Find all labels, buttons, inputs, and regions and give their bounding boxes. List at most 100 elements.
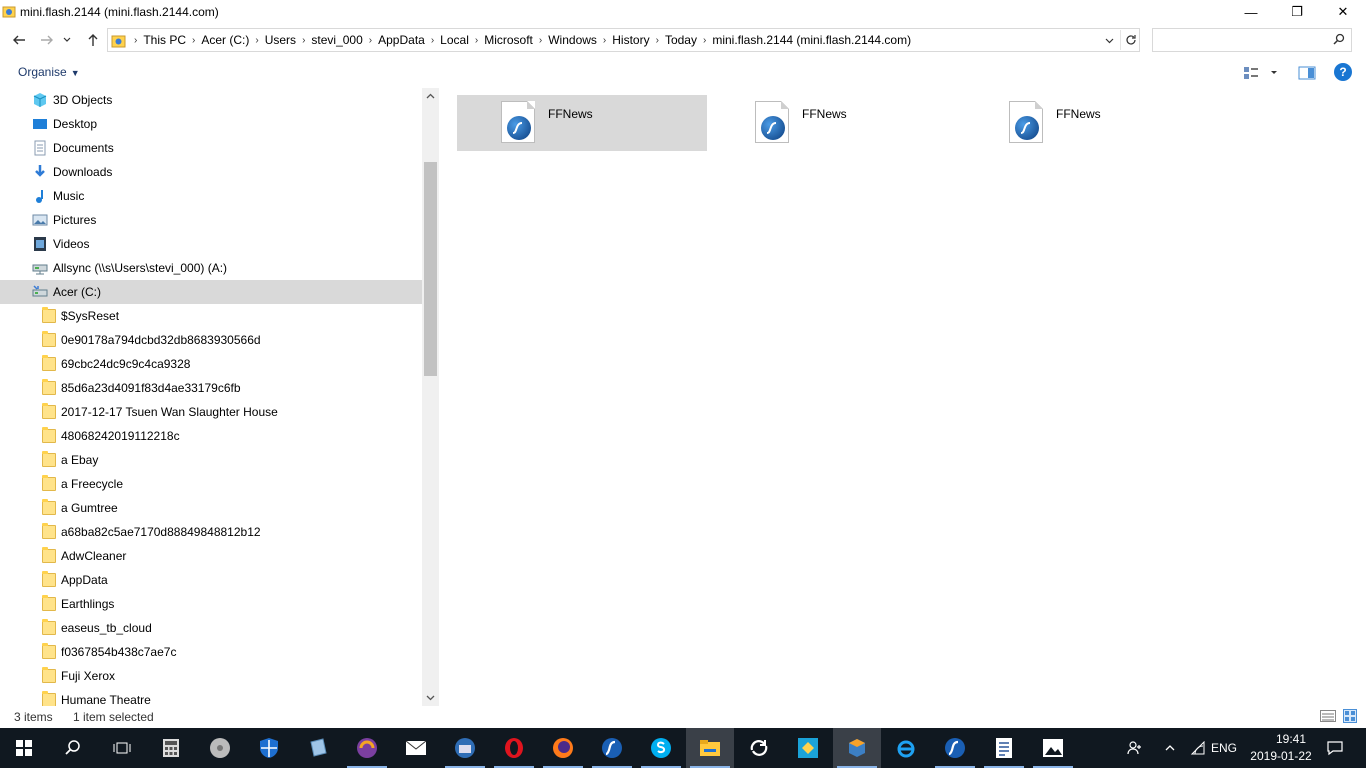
breadcrumb-separator-icon[interactable]: › [300,35,307,46]
breadcrumb-item[interactable]: stevi_000 [307,33,366,47]
nav-item[interactable]: Music [0,184,422,208]
nav-item[interactable]: Downloads [0,160,422,184]
taskbar-start-button[interactable] [0,728,48,768]
nav-folder-item[interactable]: easeus_tb_cloud [0,616,422,640]
nav-item[interactable]: Videos [0,232,422,256]
nav-item[interactable]: Documents [0,136,422,160]
large-icons-view-button[interactable] [1343,709,1357,723]
breadcrumb-item[interactable]: mini.flash.2144 (mini.flash.2144.com) [708,33,915,47]
nav-item[interactable]: Pictures [0,208,422,232]
file-item[interactable]: FFNews [711,95,961,151]
breadcrumb-item[interactable]: Today [661,33,701,47]
nav-folder-item[interactable]: a Freecycle [0,472,422,496]
help-button[interactable]: ? [1334,63,1352,81]
nav-folder-item[interactable]: AdwCleaner [0,544,422,568]
taskbar-firefox-button[interactable] [539,728,587,768]
breadcrumb-item[interactable]: History [608,33,653,47]
breadcrumb-item[interactable]: Microsoft [480,33,537,47]
breadcrumb-item[interactable]: Users [261,33,300,47]
address-dropdown-button[interactable] [1101,32,1117,48]
breadcrumb-separator-icon[interactable]: › [190,35,197,46]
taskbar-security-shield-button[interactable] [245,728,293,768]
address-bar[interactable]: › This PC › Acer (C:) › Users › stevi_000 › AppDa… [107,28,1140,52]
taskbar-file-explorer-button[interactable] [686,728,734,768]
breadcrumb-item[interactable]: Local [436,33,473,47]
breadcrumb-separator-icon[interactable]: › [654,35,661,46]
up-button[interactable] [82,30,104,50]
nav-folder-item[interactable]: Fuji Xerox [0,664,422,688]
breadcrumb-separator-icon[interactable]: › [537,35,544,46]
breadcrumb-item[interactable]: AppData [374,33,429,47]
nav-folder-item[interactable]: 0e90178a794dcbd32db8683930566d [0,328,422,352]
nav-folder-item[interactable]: Humane Theatre [0,688,422,706]
search-input[interactable] [1152,28,1352,52]
nav-folder-item[interactable]: f0367854b438c7ae7c [0,640,422,664]
nav-item[interactable]: Acer (C:) [0,280,422,304]
people-button[interactable] [1120,728,1150,768]
nav-folder-item[interactable]: 48068242019112218c [0,424,422,448]
details-view-button[interactable] [1320,710,1336,722]
nav-item[interactable]: Allsync (\\s\Users\stevi_000) (A:) [0,256,422,280]
breadcrumb-separator-icon[interactable]: › [253,35,260,46]
clock-time[interactable]: 19:41 [1264,732,1318,746]
nav-folder-item[interactable]: 2017-12-17 Tsuen Wan Slaughter House [0,400,422,424]
taskbar-virtualbox-button[interactable] [833,728,881,768]
nav-item[interactable]: 3D Objects [0,88,422,112]
file-item[interactable]: FFNews [965,95,1215,151]
breadcrumb-item[interactable]: Acer (C:) [197,33,253,47]
minimize-button[interactable]: — [1228,0,1274,24]
taskbar-media-player-button[interactable] [196,728,244,768]
nav-folder-item[interactable]: 69cbc24dc9c9c4ca9328 [0,352,422,376]
breadcrumb-separator-icon[interactable]: › [473,35,480,46]
scroll-thumb[interactable] [424,162,437,376]
nav-folder-item[interactable]: Earthlings [0,592,422,616]
taskbar-wordpad-button[interactable] [980,728,1028,768]
nav-folder-item[interactable]: AppData [0,568,422,592]
navigation-scrollbar[interactable] [422,88,439,706]
network-button[interactable] [1186,728,1210,768]
recent-locations-button[interactable] [60,30,74,50]
change-view-button[interactable] [1242,65,1282,81]
taskbar-opera-button[interactable] [490,728,538,768]
refresh-button[interactable] [1120,30,1140,50]
organise-button[interactable]: Organise ▼ [18,65,80,79]
nav-item[interactable]: Desktop [0,112,422,136]
language-indicator[interactable]: ENG [1210,728,1238,768]
forward-button[interactable] [36,30,58,50]
breadcrumb-item[interactable]: Windows [544,33,601,47]
taskbar-notepad-button[interactable] [294,728,342,768]
breadcrumb-separator-icon[interactable]: › [701,35,708,46]
nav-folder-item[interactable]: a68ba82c5ae7170d88849848812b12 [0,520,422,544]
taskbar-calculator-button[interactable] [147,728,195,768]
close-button[interactable]: ✕ [1320,0,1366,24]
taskbar-skype-button[interactable] [637,728,685,768]
back-button[interactable] [8,30,30,50]
nav-folder-item[interactable]: a Gumtree [0,496,422,520]
taskbar-sync-button[interactable] [735,728,783,768]
taskbar-thunderbird-button[interactable] [441,728,489,768]
breadcrumb-item[interactable]: This PC [139,33,190,47]
file-item[interactable]: FFNews [457,95,707,151]
taskbar-task-view-button[interactable] [98,728,146,768]
nav-folder-item[interactable]: $SysReset [0,304,422,328]
scroll-up-button[interactable] [422,88,439,105]
taskbar-quickplay-button[interactable] [588,728,636,768]
nav-folder-item[interactable]: 85d6a23d4091f83d4ae33179c6fb [0,376,422,400]
show-hidden-icons-button[interactable] [1158,728,1182,768]
breadcrumb-separator-icon[interactable]: › [367,35,374,46]
nav-folder-item[interactable]: a Ebay [0,448,422,472]
taskbar-photos-button[interactable] [1029,728,1077,768]
clock-date[interactable]: 2019-01-22 [1244,749,1318,763]
taskbar-app-tile-button[interactable] [784,728,832,768]
taskbar-browser-swirl-button[interactable] [343,728,391,768]
scroll-down-button[interactable] [422,689,439,706]
breadcrumb-separator-icon[interactable]: › [429,35,436,46]
taskbar-search-button[interactable] [49,728,97,768]
preview-pane-button[interactable] [1298,65,1316,81]
taskbar-flash-player-button[interactable] [931,728,979,768]
taskbar-internet-explorer-button[interactable] [882,728,930,768]
action-center-button[interactable] [1320,728,1350,768]
breadcrumb-separator-icon[interactable]: › [601,35,608,46]
breadcrumb-separator-icon[interactable]: › [132,35,139,46]
restore-button[interactable]: ❐ [1274,0,1320,24]
